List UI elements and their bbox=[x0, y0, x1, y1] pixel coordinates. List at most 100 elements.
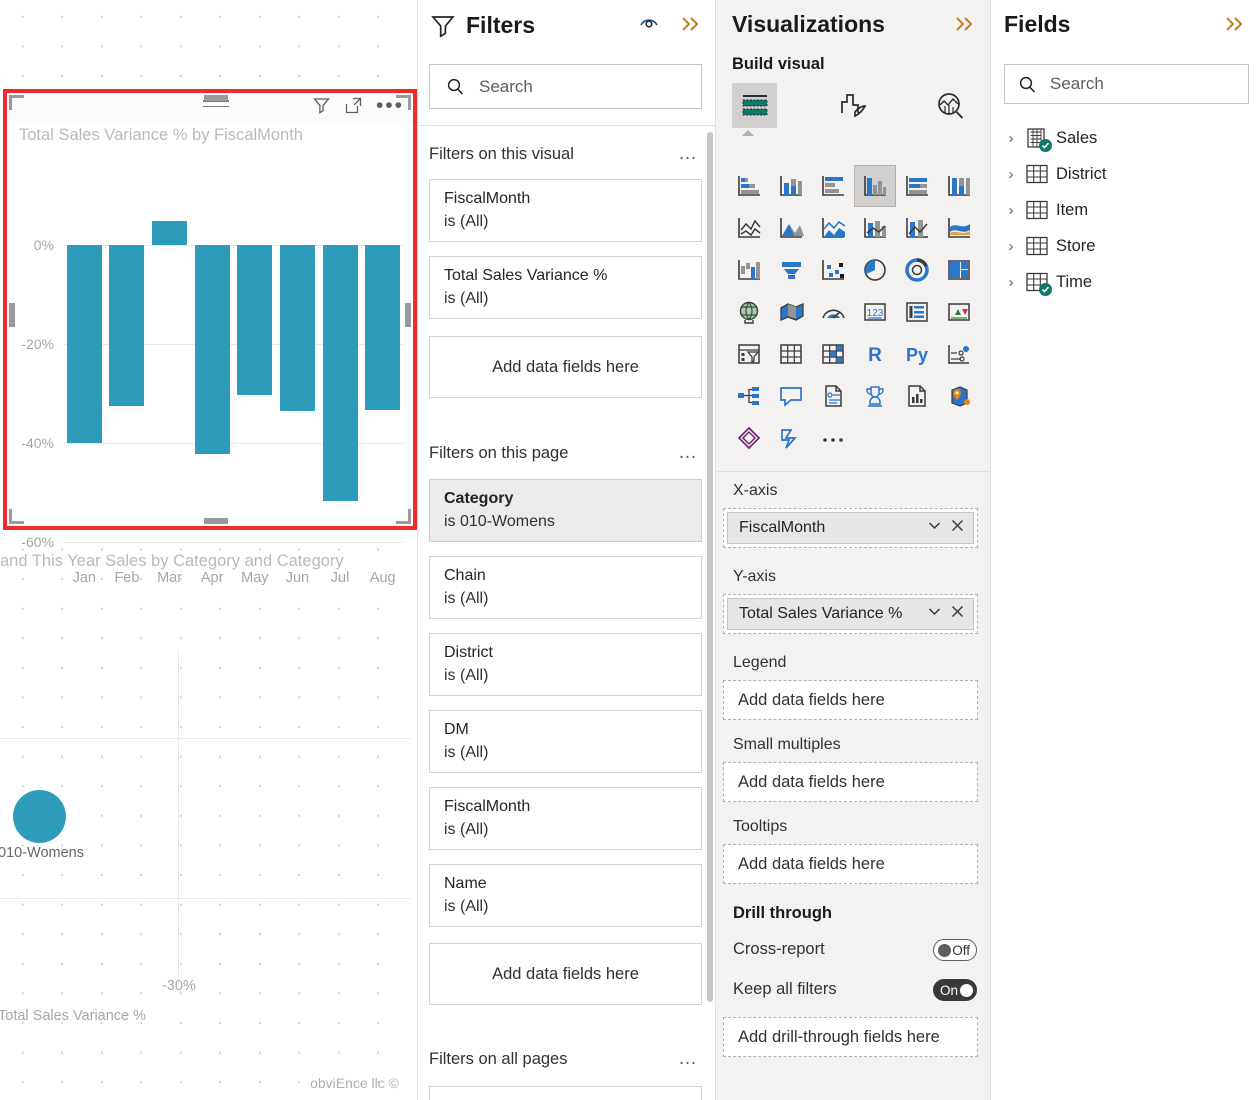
chevron-down-icon[interactable] bbox=[926, 517, 943, 539]
filter-card-category[interactable]: Category is 010-Womens bbox=[429, 479, 702, 542]
resize-handle-top-left[interactable] bbox=[9, 95, 24, 110]
clustered-bar-chart-icon[interactable] bbox=[812, 165, 854, 207]
field-table-store[interactable]: › Store bbox=[1004, 228, 1249, 264]
report-canvas[interactable]: ••• Total Sales Variance % by FiscalMont… bbox=[0, 0, 417, 1100]
hidden-filter-icon[interactable] bbox=[638, 14, 660, 37]
expand-pane-icon[interactable] bbox=[953, 14, 977, 39]
field-chip[interactable]: FiscalMonth bbox=[727, 512, 974, 544]
clustered-column-chart-icon[interactable] bbox=[854, 165, 896, 207]
filters-on-page-menu[interactable]: … bbox=[678, 442, 699, 464]
well-x-axis[interactable]: FiscalMonth bbox=[723, 508, 978, 548]
filter-card[interactable]: District is (All) bbox=[429, 633, 702, 696]
filters-on-all-pages-menu[interactable]: … bbox=[678, 1048, 699, 1070]
bar[interactable] bbox=[152, 221, 188, 245]
more-visuals-icon[interactable] bbox=[812, 417, 854, 459]
visualization-type-gallery[interactable]: 123 R Py bbox=[728, 165, 978, 459]
build-visual-tab[interactable] bbox=[732, 83, 777, 128]
field-chip[interactable]: Total Sales Variance % bbox=[727, 598, 974, 630]
cross-report-toggle[interactable]: Off bbox=[933, 939, 977, 961]
filter-card[interactable]: FiscalMonth is (All) bbox=[429, 179, 702, 242]
filled-map-icon[interactable] bbox=[770, 291, 812, 333]
well-tooltips[interactable]: Add data fields here bbox=[723, 844, 978, 884]
filter-card[interactable]: DM is (All) bbox=[429, 710, 702, 773]
power-apps-icon[interactable] bbox=[728, 417, 770, 459]
key-influencers-icon[interactable] bbox=[938, 333, 980, 375]
close-icon[interactable] bbox=[950, 518, 965, 538]
bar[interactable] bbox=[237, 244, 273, 396]
bar-chart-visual[interactable]: ••• Total Sales Variance % by FiscalMont… bbox=[3, 89, 417, 586]
scatter-chart-icon[interactable] bbox=[812, 249, 854, 291]
chevron-right-icon[interactable]: › bbox=[1004, 238, 1018, 255]
python-visual-icon[interactable]: Py bbox=[896, 333, 938, 375]
chevron-right-icon[interactable]: › bbox=[1004, 202, 1018, 219]
scatter-chart-visual[interactable]: and This Year Sales by Category and Cate… bbox=[0, 540, 410, 1080]
field-table-item[interactable]: › Item bbox=[1004, 192, 1249, 228]
gauge-icon[interactable] bbox=[812, 291, 854, 333]
drag-handle-icon[interactable] bbox=[203, 100, 229, 112]
resize-handle-left[interactable] bbox=[9, 303, 15, 327]
kpi-icon[interactable] bbox=[938, 291, 980, 333]
power-automate-icon[interactable] bbox=[770, 417, 812, 459]
expand-pane-icon[interactable] bbox=[679, 14, 703, 39]
field-table-sales[interactable]: › Sales bbox=[1004, 120, 1249, 156]
analytics-tab[interactable] bbox=[928, 83, 973, 128]
card-icon[interactable]: 123 bbox=[854, 291, 896, 333]
page-filter-dropzone[interactable]: Add data fields here bbox=[429, 943, 702, 1005]
decomposition-tree-icon[interactable] bbox=[728, 375, 770, 417]
line-and-stacked-column-chart-icon[interactable] bbox=[854, 207, 896, 249]
resize-handle-bottom[interactable] bbox=[204, 518, 228, 524]
qna-icon[interactable] bbox=[770, 375, 812, 417]
metrics-icon[interactable] bbox=[854, 375, 896, 417]
well-y-axis[interactable]: Total Sales Variance % bbox=[723, 594, 978, 634]
visual-filter-dropzone[interactable]: Add data fields here bbox=[429, 336, 702, 398]
well-legend[interactable]: Add data fields here bbox=[723, 680, 978, 720]
close-icon[interactable] bbox=[950, 604, 965, 624]
format-visual-tab[interactable] bbox=[830, 83, 875, 128]
bar[interactable] bbox=[365, 244, 401, 411]
field-table-time[interactable]: › Time bbox=[1004, 264, 1249, 300]
funnel-chart-icon[interactable] bbox=[770, 249, 812, 291]
bar[interactable] bbox=[109, 244, 145, 406]
azure-map-icon[interactable] bbox=[938, 375, 980, 417]
treemap-icon[interactable] bbox=[938, 249, 980, 291]
resize-handle-top-right[interactable] bbox=[396, 95, 411, 110]
hundred-percent-stacked-column-chart-icon[interactable] bbox=[938, 165, 980, 207]
map-icon[interactable] bbox=[728, 291, 770, 333]
multi-row-card-icon[interactable] bbox=[896, 291, 938, 333]
well-small-multiples[interactable]: Add data fields here bbox=[723, 762, 978, 802]
table-icon[interactable] bbox=[770, 333, 812, 375]
waterfall-chart-icon[interactable] bbox=[728, 249, 770, 291]
line-and-clustered-column-chart-icon[interactable] bbox=[896, 207, 938, 249]
focus-mode-icon[interactable] bbox=[344, 96, 363, 115]
paginated-report-icon[interactable] bbox=[896, 375, 938, 417]
fields-search-input[interactable]: Search bbox=[1004, 64, 1249, 104]
filters-on-visual-menu[interactable]: … bbox=[678, 143, 699, 165]
chevron-down-icon[interactable] bbox=[926, 603, 943, 625]
field-table-district[interactable]: › District bbox=[1004, 156, 1249, 192]
r-script-visual-icon[interactable]: R bbox=[854, 333, 896, 375]
filter-card[interactable]: FiscalMonth is (All) bbox=[429, 787, 702, 850]
chevron-right-icon[interactable]: › bbox=[1004, 166, 1018, 183]
resize-handle-right[interactable] bbox=[405, 303, 411, 327]
pie-chart-icon[interactable] bbox=[854, 249, 896, 291]
chevron-right-icon[interactable]: › bbox=[1004, 274, 1018, 291]
filters-search-input[interactable]: Search bbox=[429, 64, 702, 109]
keep-all-filters-toggle[interactable]: On bbox=[933, 979, 977, 1001]
smart-narrative-icon[interactable] bbox=[812, 375, 854, 417]
resize-handle-bottom-right[interactable] bbox=[396, 509, 411, 524]
chevron-right-icon[interactable]: › bbox=[1004, 130, 1018, 147]
filter-card[interactable]: Total Sales Variance % is (All) bbox=[429, 256, 702, 319]
bar[interactable] bbox=[279, 244, 315, 412]
resize-handle-top[interactable] bbox=[204, 95, 228, 101]
stacked-area-chart-icon[interactable] bbox=[812, 207, 854, 249]
bar[interactable] bbox=[66, 244, 102, 443]
expand-pane-icon[interactable] bbox=[1223, 14, 1247, 39]
line-chart-icon[interactable] bbox=[728, 207, 770, 249]
matrix-icon[interactable] bbox=[812, 333, 854, 375]
drill-through-dropzone[interactable]: Add drill-through fields here bbox=[723, 1017, 978, 1057]
area-chart-icon[interactable] bbox=[770, 207, 812, 249]
stacked-column-chart-icon[interactable] bbox=[770, 165, 812, 207]
filter-card[interactable]: Chain is (All) bbox=[429, 556, 702, 619]
filter-funnel-icon[interactable] bbox=[312, 96, 331, 115]
data-bubble[interactable] bbox=[13, 790, 66, 843]
